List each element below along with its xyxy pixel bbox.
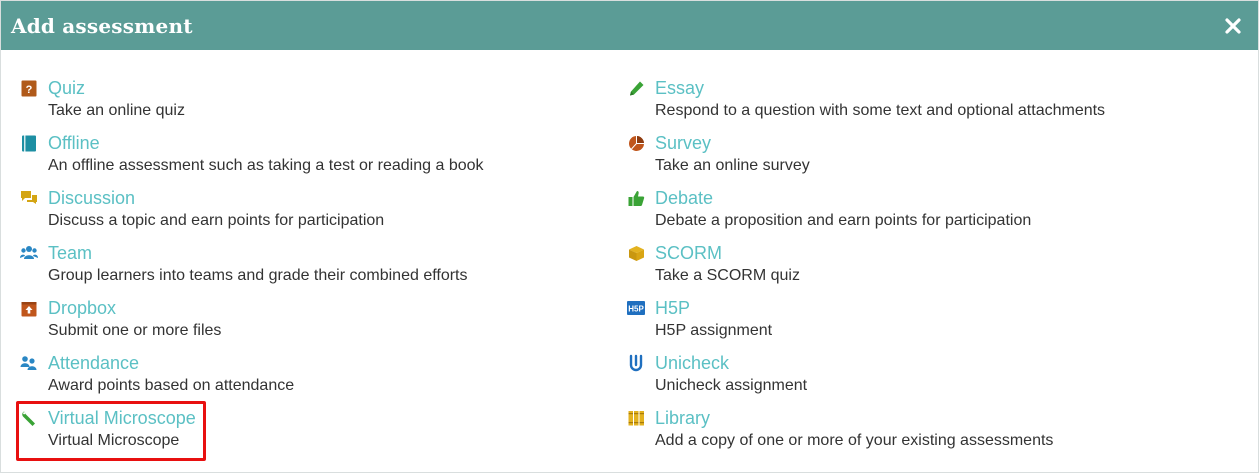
assessment-option-desc: Unicheck assignment [655, 377, 808, 394]
close-icon[interactable] [1222, 15, 1244, 37]
assessment-option-offline[interactable]: Offline An offline assessment such as ta… [20, 132, 600, 187]
book-icon [20, 134, 38, 152]
pencil-icon [627, 79, 645, 97]
left-column: ? Quiz Take an online quiz Offline An of… [20, 77, 600, 462]
assessment-option-virtual-microscope[interactable]: Virtual Microscope Virtual Microscope [20, 407, 600, 462]
assessment-option-desc: Take an online survey [655, 157, 810, 174]
dialog-title: Add assessment [11, 13, 193, 38]
assessment-option-title[interactable]: Team [48, 242, 92, 264]
assessment-option-scorm[interactable]: SCORM Take a SCORM quiz [627, 242, 1247, 297]
quiz-icon: ? [20, 79, 38, 97]
assessment-option-title[interactable]: H5P [655, 297, 690, 319]
assessment-option-unicheck[interactable]: Unicheck Unicheck assignment [627, 352, 1247, 407]
assessment-option-title[interactable]: Quiz [48, 77, 85, 99]
assessment-option-h5p[interactable]: H5P H5P H5P assignment [627, 297, 1247, 352]
comments-icon [20, 189, 38, 207]
cube-icon [627, 244, 645, 262]
h5p-icon-text: H5P [628, 305, 644, 314]
h5p-icon: H5P [627, 299, 645, 317]
assessment-option-desc: Debate a proposition and earn points for… [655, 212, 1032, 229]
assessment-option-desc: Award points based on attendance [48, 377, 295, 394]
wrench-icon [20, 409, 38, 427]
assessment-option-title[interactable]: SCORM [655, 242, 722, 264]
assessment-option-survey[interactable]: Survey Take an online survey [627, 132, 1247, 187]
assessment-option-title[interactable]: Virtual Microscope [48, 407, 196, 429]
users-icon [20, 244, 38, 262]
assessment-option-title[interactable]: Attendance [48, 352, 139, 374]
assessment-option-desc: Take an online quiz [48, 102, 185, 119]
assessment-option-desc: Take a SCORM quiz [655, 267, 800, 284]
assessment-option-title[interactable]: Unicheck [655, 352, 729, 374]
assessment-option-desc: Respond to a question with some text and… [655, 102, 1106, 119]
assessment-option-team[interactable]: Team Group learners into teams and grade… [20, 242, 600, 297]
assessment-option-title[interactable]: Survey [655, 132, 711, 154]
unicheck-icon [627, 354, 645, 372]
assessment-option-desc: Discuss a topic and earn points for part… [48, 212, 385, 229]
assessment-option-title[interactable]: Essay [655, 77, 704, 99]
add-assessment-dialog: Add assessment ? Quiz Take an online qui… [0, 0, 1259, 473]
assessment-option-title[interactable]: Library [655, 407, 710, 429]
thumbs-up-icon [627, 189, 645, 207]
pie-chart-icon [627, 134, 645, 152]
assessment-option-debate[interactable]: Debate Debate a proposition and earn poi… [627, 187, 1247, 242]
assessment-option-dropbox[interactable]: Dropbox Submit one or more files [20, 297, 600, 352]
group-icon [20, 354, 38, 372]
svg-text:?: ? [26, 84, 33, 96]
assessment-option-title[interactable]: Offline [48, 132, 100, 154]
assessment-option-desc: Add a copy of one or more of your existi… [655, 432, 1054, 449]
assessment-option-title[interactable]: Discussion [48, 187, 135, 209]
assessment-option-desc: Submit one or more files [48, 322, 222, 339]
assessment-option-desc: Group learners into teams and grade thei… [48, 267, 468, 284]
assessment-option-desc: An offline assessment such as taking a t… [48, 157, 484, 174]
assessment-option-title[interactable]: Debate [655, 187, 713, 209]
assessment-option-discussion[interactable]: Discussion Discuss a topic and earn poin… [20, 187, 600, 242]
assessment-option-attendance[interactable]: Attendance Award points based on attenda… [20, 352, 600, 407]
assessment-option-desc: Virtual Microscope [48, 432, 180, 449]
assessment-option-title[interactable]: Dropbox [48, 297, 116, 319]
assessment-option-library[interactable]: Library Add a copy of one or more of you… [627, 407, 1247, 462]
assessment-option-essay[interactable]: Essay Respond to a question with some te… [627, 77, 1247, 132]
library-icon [627, 409, 645, 427]
right-column: Essay Respond to a question with some te… [627, 77, 1247, 462]
assessment-option-quiz[interactable]: ? Quiz Take an online quiz [20, 77, 600, 132]
upload-box-icon [20, 299, 38, 317]
dialog-header: Add assessment [1, 1, 1258, 50]
assessment-option-desc: H5P assignment [655, 322, 773, 339]
